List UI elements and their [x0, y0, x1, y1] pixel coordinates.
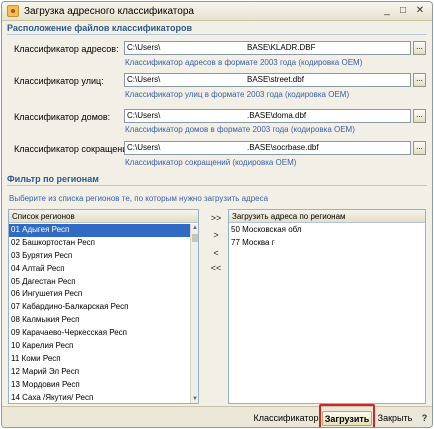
selected-regions-list[interactable]: 50 Московская обл 77 Москва г — [229, 224, 425, 403]
regions-scrollbar[interactable]: ▲ ▼ — [190, 224, 198, 403]
streets-path-input[interactable]: C:\Users\ BASE\street.dbf — [124, 73, 411, 87]
regions-list[interactable]: 01 Адыгея Респ 02 Башкортостан Респ 03 Бур… — [9, 224, 198, 403]
filter-hint: Выберите из списка регионов те, по котор… — [9, 194, 269, 203]
addresses-path-input[interactable]: C:\Users\ BASE\KLADR.DBF — [124, 41, 411, 55]
houses-path-user: C:\Users\ — [127, 111, 161, 120]
scrollbar-thumb[interactable] — [192, 234, 198, 242]
region-list-item[interactable]: 03 Бурятия Респ — [9, 250, 198, 263]
region-list-item[interactable]: 14 Саха /Якутия/ Респ — [9, 392, 198, 403]
streets-label: Классификатор улиц: — [14, 76, 104, 86]
region-list-item[interactable]: 07 Кабардино-Балкарская Респ — [9, 301, 198, 314]
loader-window: Загрузка адресного классификатора _ □ ✕ … — [1, 1, 433, 428]
abbreviations-path-user: C:\Users\ — [127, 143, 161, 152]
close-button[interactable]: ✕ — [413, 5, 427, 18]
houses-browse-button[interactable]: ... — [413, 109, 426, 123]
streets-path-user: C:\Users\ — [127, 75, 161, 84]
selected-regions-panel: Загрузить адреса по регионам 50 Московск… — [228, 209, 426, 404]
scroll-up-icon[interactable]: ▲ — [191, 224, 199, 232]
move-left-button[interactable]: < — [206, 247, 226, 259]
scroll-down-icon[interactable]: ▼ — [191, 395, 199, 403]
regions-list-panel: Список регионов 01 Адыгея Респ 02 Башкорт… — [8, 209, 199, 404]
region-list-item[interactable]: 02 Башкортостан Респ — [9, 237, 198, 250]
move-right-button[interactable]: > — [206, 229, 226, 241]
close-dialog-button[interactable]: Закрыть — [375, 411, 415, 426]
region-list-item[interactable]: 04 Алтай Респ — [9, 263, 198, 276]
maximize-button[interactable]: □ — [396, 5, 410, 18]
load-button-highlight — [319, 404, 375, 427]
addresses-browse-button[interactable]: ... — [413, 41, 426, 55]
addresses-hint[interactable]: Классификатор адресов в формате 2003 год… — [125, 58, 362, 67]
move-all-right-button[interactable]: >> — [206, 212, 226, 224]
streets-browse-button[interactable]: ... — [413, 73, 426, 87]
abbreviations-path-base: .BASE\socrbase.dbf — [247, 143, 319, 152]
filter-section-divider — [7, 185, 427, 186]
addresses-label: Классификатор адресов: — [14, 44, 119, 54]
abbreviations-hint[interactable]: Классификатор сокращений (кодировка OEM) — [125, 158, 296, 167]
streets-path-base: BASE\street.dbf — [247, 75, 304, 84]
streets-hint[interactable]: Классификатор улиц в формате 2003 года (… — [125, 90, 349, 99]
regions-list-header: Список регионов — [9, 210, 198, 223]
region-list-item[interactable]: 11 Коми Респ — [9, 353, 198, 366]
region-list-item[interactable]: 01 Адыгея Респ — [9, 224, 198, 237]
selected-region-item[interactable]: 50 Московская обл — [229, 224, 425, 237]
files-section-divider — [7, 34, 427, 35]
app-icon — [7, 5, 19, 17]
region-list-item[interactable]: 05 Дагестан Респ — [9, 276, 198, 289]
addresses-path-user: C:\Users\ — [127, 43, 161, 52]
classifier-button[interactable]: Классификатор — [252, 411, 320, 426]
region-list-item[interactable]: 12 Марий Эл Респ — [9, 366, 198, 379]
houses-label: Классификатор домов: — [14, 112, 111, 122]
help-icon[interactable]: ? — [419, 411, 430, 425]
abbreviations-browse-button[interactable]: ... — [413, 141, 426, 155]
houses-path-base: .BASE\doma.dbf — [247, 111, 307, 120]
region-list-item[interactable]: 06 Ингушетия Респ — [9, 288, 198, 301]
houses-path-input[interactable]: C:\Users\ .BASE\doma.dbf — [124, 109, 411, 123]
selected-region-item[interactable]: 77 Москва г — [229, 237, 425, 250]
filter-section-header: Фильтр по регионам — [7, 174, 99, 184]
title-bar: Загрузка адресного классификатора _ □ ✕ — [2, 2, 432, 21]
addresses-path-base: BASE\KLADR.DBF — [247, 43, 316, 52]
abbreviations-label: Классификатор сокращений: — [14, 144, 135, 154]
files-section-header: Расположение файлов классификаторов — [7, 23, 192, 33]
abbreviations-path-input[interactable]: C:\Users\ .BASE\socrbase.dbf — [124, 141, 411, 155]
region-list-item[interactable]: 13 Мордовия Респ — [9, 379, 198, 392]
selected-regions-header: Загрузить адреса по регионам — [229, 210, 425, 223]
region-list-item[interactable]: 09 Карачаево-Черкесская Респ — [9, 327, 198, 340]
window-title: Загрузка адресного классификатора — [24, 6, 194, 17]
region-list-item[interactable]: 10 Карелия Респ — [9, 340, 198, 353]
houses-hint[interactable]: Классификатор домов в формате 2003 года … — [125, 125, 355, 134]
move-all-left-button[interactable]: << — [206, 262, 226, 274]
region-list-item[interactable]: 08 Калмыкия Респ — [9, 314, 198, 327]
minimize-button[interactable]: _ — [380, 5, 394, 18]
